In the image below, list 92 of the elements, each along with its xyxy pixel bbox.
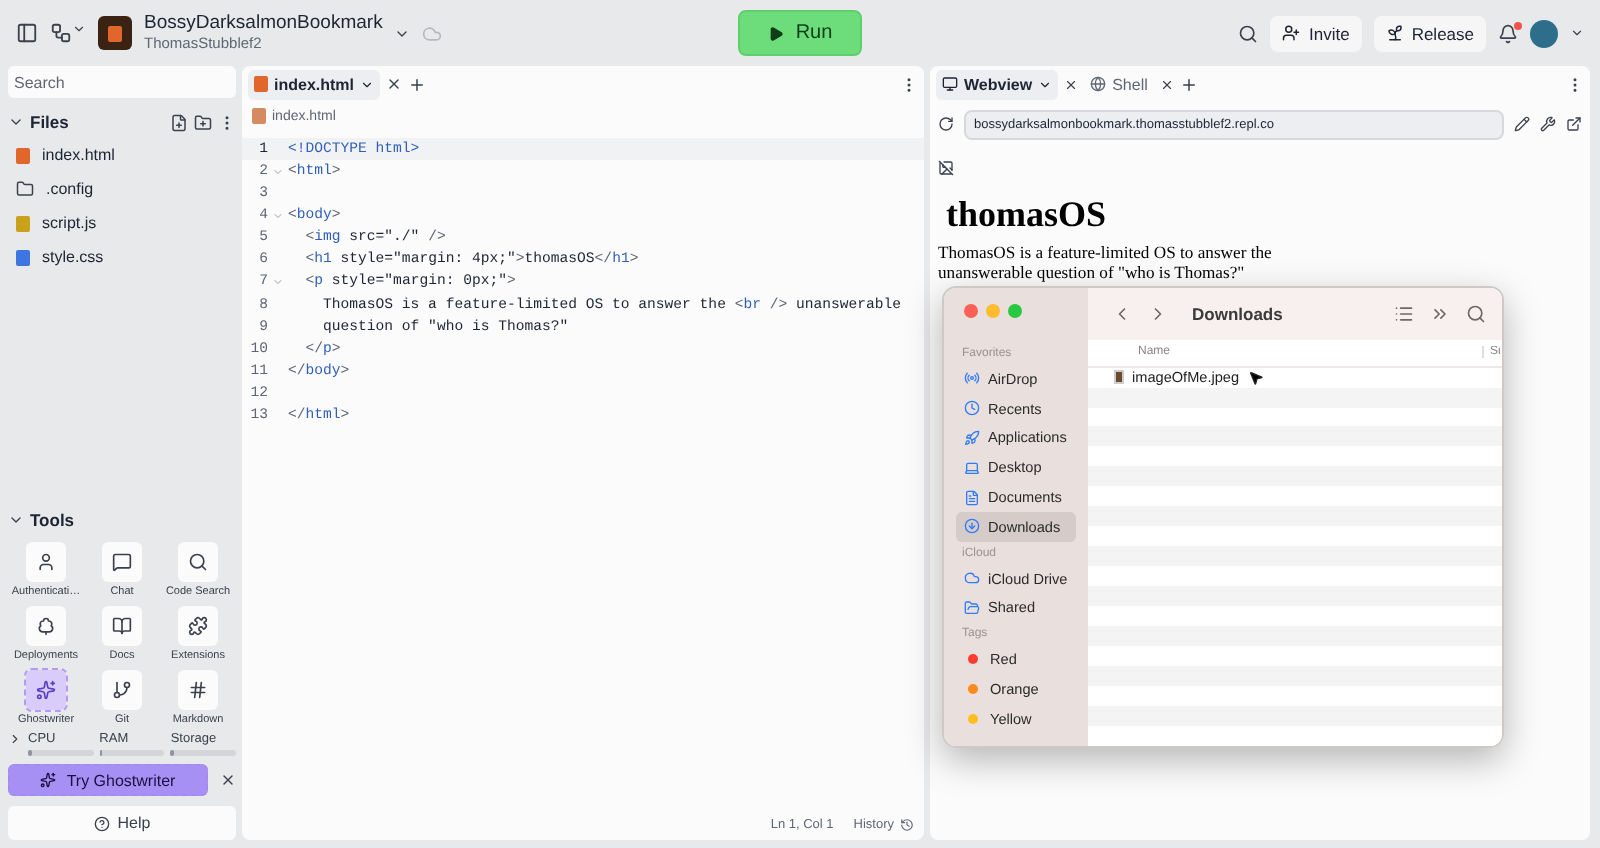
chevron-down-icon <box>1038 77 1053 91</box>
add-tab-icon[interactable] <box>1179 75 1198 93</box>
tree-icon <box>36 616 56 636</box>
panel-tab[interactable]: Shell <box>1084 69 1154 99</box>
list-view-icon[interactable] <box>1394 304 1414 325</box>
sparkle-icon <box>40 772 57 788</box>
more-icon[interactable] <box>1430 304 1450 325</box>
search-icon[interactable] <box>1238 23 1259 43</box>
file-type-icon <box>16 147 30 163</box>
files-heading: Files <box>30 112 71 132</box>
close-dot[interactable] <box>964 304 978 318</box>
panel-tab[interactable]: Webview <box>936 69 1059 99</box>
person-icon <box>36 552 56 572</box>
sparkle-icon <box>36 680 56 700</box>
history-icon <box>900 817 914 831</box>
cloud-icon <box>964 570 980 587</box>
file-item[interactable]: index.html <box>8 138 236 172</box>
release-button[interactable]: Release <box>1373 15 1486 51</box>
document-icon <box>964 489 980 506</box>
reload-icon[interactable] <box>938 116 954 132</box>
chevron-down-icon[interactable] <box>1570 26 1584 40</box>
file-type-icon <box>252 108 266 124</box>
globe-icon <box>1090 76 1107 92</box>
broadcast-icon <box>964 370 980 387</box>
try-ghostwriter-button[interactable]: Try Ghostwriter <box>8 764 208 796</box>
sidebar-toggle-icon[interactable] <box>16 22 38 44</box>
tool-button[interactable] <box>178 670 218 710</box>
git-branch-icon <box>112 680 132 700</box>
tool-button[interactable] <box>102 606 142 646</box>
search-field[interactable]: Search <box>8 66 236 98</box>
invite-button[interactable]: Invite <box>1270 15 1362 51</box>
tool-button[interactable] <box>26 606 66 646</box>
file-type-icon <box>16 249 30 265</box>
file-item[interactable]: script.js <box>8 206 236 240</box>
clock-icon <box>964 400 980 417</box>
page-heading: thomasOS <box>946 194 1109 236</box>
chat-bubble-icon <box>112 552 132 572</box>
play-icon <box>767 25 784 41</box>
avatar[interactable] <box>1530 19 1558 47</box>
project-logo-icon <box>98 16 132 50</box>
monitor-icon <box>942 76 958 92</box>
file-item[interactable]: style.css <box>8 240 236 274</box>
chevron-down-icon[interactable] <box>8 114 24 130</box>
chevron-down-icon <box>360 77 375 91</box>
wrench-icon[interactable] <box>1540 116 1556 132</box>
image-file-icon <box>1114 370 1124 385</box>
editor-tab[interactable]: index.html <box>248 69 381 99</box>
pencil-icon[interactable] <box>1514 116 1530 132</box>
help-icon <box>93 815 110 831</box>
tool-button[interactable] <box>26 670 66 710</box>
help-button[interactable]: Help <box>8 806 236 840</box>
file-item[interactable]: .config <box>8 172 236 206</box>
cloud-icon <box>422 23 443 43</box>
folder-icon <box>16 180 34 198</box>
tool-button[interactable] <box>102 542 142 582</box>
add-tab-icon[interactable] <box>408 75 427 93</box>
add-user-icon <box>1282 24 1301 42</box>
hash-icon <box>188 680 208 700</box>
laptop-icon <box>964 459 980 476</box>
folder-icon <box>964 599 980 616</box>
tools-heading: Tools <box>30 510 77 530</box>
zoom-dot[interactable] <box>1008 304 1022 318</box>
search-icon <box>188 552 208 572</box>
tool-button[interactable] <box>178 542 218 582</box>
minimize-dot[interactable] <box>986 304 1000 318</box>
new-folder-icon[interactable] <box>194 113 212 131</box>
finder-title: Downloads <box>1192 304 1285 325</box>
bell-icon[interactable] <box>1498 23 1518 43</box>
search-icon[interactable] <box>1466 304 1486 325</box>
close-icon[interactable] <box>1159 77 1174 91</box>
broken-image-icon <box>938 160 954 176</box>
puzzle-icon <box>188 616 208 636</box>
tool-button[interactable] <box>102 670 142 710</box>
sprout-icon <box>1385 24 1404 42</box>
rocket-icon <box>964 429 980 446</box>
chevron-right-icon[interactable] <box>8 732 22 746</box>
page-paragraph: ThomasOS is a feature-limited OS to answer the unanswerable question of "who is Thomas?" <box>938 244 1274 284</box>
run-button[interactable]: Run <box>737 10 863 56</box>
close-icon[interactable] <box>386 76 403 92</box>
chevron-down-icon[interactable] <box>8 512 24 528</box>
book-icon <box>112 616 132 636</box>
external-link-icon[interactable] <box>1566 116 1582 132</box>
close-icon[interactable] <box>220 772 236 788</box>
new-file-icon[interactable] <box>170 113 188 131</box>
workflow-icon[interactable] <box>50 22 86 44</box>
tool-button[interactable] <box>178 606 218 646</box>
close-icon[interactable] <box>1064 77 1079 91</box>
project-name[interactable]: BossyDarksalmonBookmark <box>144 14 383 36</box>
mouse-pointer-icon <box>1247 369 1264 386</box>
tool-button[interactable] <box>26 542 66 582</box>
file-type-icon <box>16 215 30 231</box>
download-icon <box>964 518 980 535</box>
